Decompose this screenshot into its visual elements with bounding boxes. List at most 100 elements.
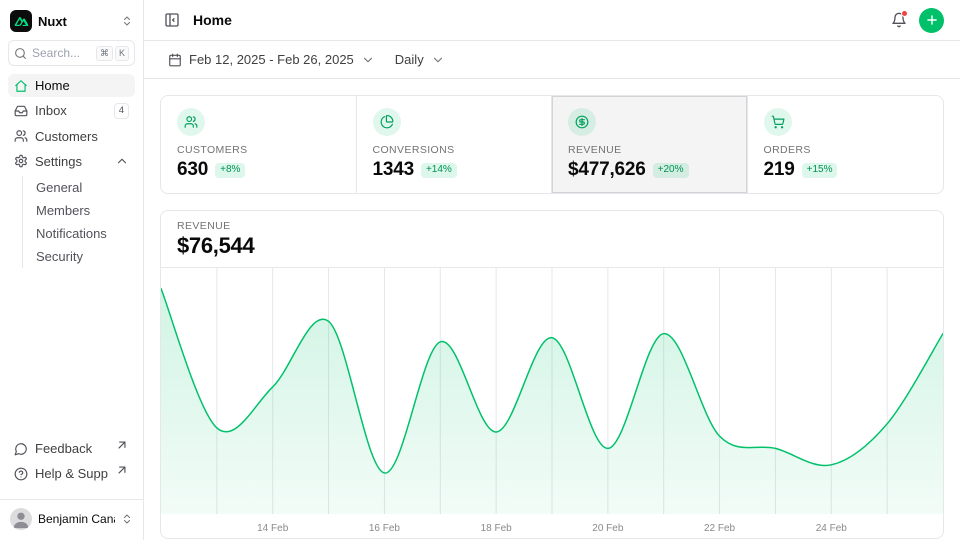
chart-header: REVENUE $76,544: [161, 211, 943, 268]
revenue-chart-card: REVENUE $76,544 14 Feb 16 Feb 18 Feb 20 Feb…: [160, 210, 944, 539]
stat-label: CONVERSIONS: [373, 144, 536, 156]
footer-link-label: Help & Support: [35, 466, 108, 481]
stat-card-orders[interactable]: ORDERS 219 +15%: [748, 96, 944, 193]
sidebar-item-label: Customers: [35, 129, 129, 144]
message-circle-icon: [14, 442, 28, 456]
external-link-arrow-icon: [115, 463, 129, 477]
external-link-arrow-icon: [115, 438, 129, 452]
period-select[interactable]: Daily: [387, 47, 453, 72]
workspace-switcher[interactable]: Nuxt: [8, 10, 135, 32]
search-kbd-shortcut: ⌘ K: [96, 46, 129, 61]
search-placeholder: Search...: [32, 46, 91, 60]
svg-text:24 Feb: 24 Feb: [816, 523, 848, 534]
panel-left-icon: [164, 12, 180, 28]
feedback-link[interactable]: Feedback: [8, 437, 135, 460]
workspace-name: Nuxt: [38, 14, 115, 29]
svg-text:22 Feb: 22 Feb: [704, 523, 736, 534]
home-icon: [14, 79, 28, 93]
stat-delta-badge: +14%: [421, 163, 457, 178]
plus-icon: [925, 13, 939, 27]
sidebar-item-label: Home: [35, 78, 129, 93]
chevron-up-down-icon: [121, 513, 133, 525]
chart-plot-area[interactable]: 14 Feb 16 Feb 18 Feb 20 Feb 22 Feb 24 Feb: [161, 268, 943, 538]
chevron-down-icon: [431, 53, 445, 67]
sidebar-item-general[interactable]: General: [34, 176, 135, 199]
revenue-area-chart[interactable]: 14 Feb 16 Feb 18 Feb 20 Feb 22 Feb 24 Feb: [161, 268, 943, 538]
help-circle-icon: [14, 467, 28, 481]
sidebar-item-notifications[interactable]: Notifications: [34, 222, 135, 245]
date-range-value: Feb 12, 2025 - Feb 26, 2025: [189, 52, 354, 67]
chart-metric-value: $76,544: [177, 233, 927, 259]
add-button[interactable]: [919, 8, 944, 33]
settings-submenu: General Members Notifications Security: [22, 176, 135, 268]
page-title: Home: [193, 12, 232, 28]
stat-label: REVENUE: [568, 144, 731, 156]
stat-value-row: 1343 +14%: [373, 159, 536, 181]
cart-icon: [764, 108, 792, 136]
sidebar: Nuxt Search... ⌘ K Home Inbox 4: [0, 0, 144, 540]
chevron-down-icon: [361, 53, 375, 67]
header-actions: [887, 8, 944, 33]
calendar-icon: [168, 53, 182, 67]
chevron-up-down-icon: [121, 15, 133, 27]
stat-delta-badge: +15%: [802, 163, 838, 178]
stat-card-customers[interactable]: CUSTOMERS 630 +8%: [161, 96, 357, 193]
gear-icon: [14, 154, 28, 168]
sidebar-item-security[interactable]: Security: [34, 245, 135, 268]
help-support-link[interactable]: Help & Support: [8, 462, 135, 485]
stat-label: CUSTOMERS: [177, 144, 340, 156]
users-icon: [177, 108, 205, 136]
sidebar-item-label: Inbox: [35, 103, 107, 118]
stat-card-conversions[interactable]: CONVERSIONS 1343 +14%: [357, 96, 553, 193]
chart-pie-icon: [373, 108, 401, 136]
svg-text:16 Feb: 16 Feb: [369, 523, 401, 534]
stat-delta-badge: +20%: [653, 163, 689, 178]
notifications-button[interactable]: [887, 8, 911, 32]
sidebar-footer-links: Feedback Help & Support: [8, 437, 135, 485]
inbox-icon: [14, 104, 28, 118]
sidebar-spacer: [8, 276, 135, 430]
sidebar-item-settings[interactable]: Settings: [8, 150, 135, 173]
svg-text:14 Feb: 14 Feb: [257, 523, 289, 534]
filters-toolbar: Feb 12, 2025 - Feb 26, 2025 Daily: [144, 41, 960, 79]
stat-value-row: $477,626 +20%: [568, 159, 731, 181]
nuxt-logo-icon: [10, 10, 32, 32]
sidebar-item-label: Settings: [35, 154, 108, 169]
kbd-meta: ⌘: [96, 46, 113, 61]
sidebar-nav: Home Inbox 4 Customers Settings General …: [8, 74, 135, 268]
stat-card-revenue[interactable]: REVENUE $477,626 +20%: [552, 96, 748, 193]
footer-link-label: Feedback: [35, 441, 108, 456]
stat-value-row: 630 +8%: [177, 159, 340, 181]
svg-text:20 Feb: 20 Feb: [592, 523, 624, 534]
stat-value: 630: [177, 159, 208, 181]
period-value: Daily: [395, 52, 424, 67]
inbox-count-badge: 4: [114, 103, 129, 119]
stat-value: $477,626: [568, 159, 646, 181]
stat-value: 219: [764, 159, 795, 181]
sidebar-item-customers[interactable]: Customers: [8, 125, 135, 148]
svg-text:18 Feb: 18 Feb: [481, 523, 513, 534]
user-menu[interactable]: Benjamin Canac: [0, 499, 143, 534]
search-icon: [14, 47, 27, 60]
stat-delta-badge: +8%: [215, 163, 245, 178]
stats-row: CUSTOMERS 630 +8% CONVERSIONS 1343 +14%: [160, 95, 944, 194]
user-name: Benjamin Canac: [38, 512, 115, 526]
circle-dollar-icon: [568, 108, 596, 136]
stat-value-row: 219 +15%: [764, 159, 928, 181]
page-header: Home: [144, 0, 960, 41]
stat-value: 1343: [373, 159, 414, 181]
stat-label: ORDERS: [764, 144, 928, 156]
sidebar-item-members[interactable]: Members: [34, 199, 135, 222]
app-root: Nuxt Search... ⌘ K Home Inbox 4: [0, 0, 960, 540]
search-input[interactable]: Search... ⌘ K: [8, 40, 135, 66]
sidebar-toggle-button[interactable]: [160, 8, 184, 32]
avatar: [10, 508, 32, 530]
date-range-picker[interactable]: Feb 12, 2025 - Feb 26, 2025: [160, 47, 383, 72]
kbd-k: K: [115, 46, 129, 61]
sidebar-item-inbox[interactable]: Inbox 4: [8, 99, 135, 123]
users-icon: [14, 129, 28, 143]
chart-metric-label: REVENUE: [177, 220, 927, 232]
sidebar-item-home[interactable]: Home: [8, 74, 135, 97]
chevron-up-icon: [115, 154, 129, 168]
notification-dot: [901, 10, 908, 17]
